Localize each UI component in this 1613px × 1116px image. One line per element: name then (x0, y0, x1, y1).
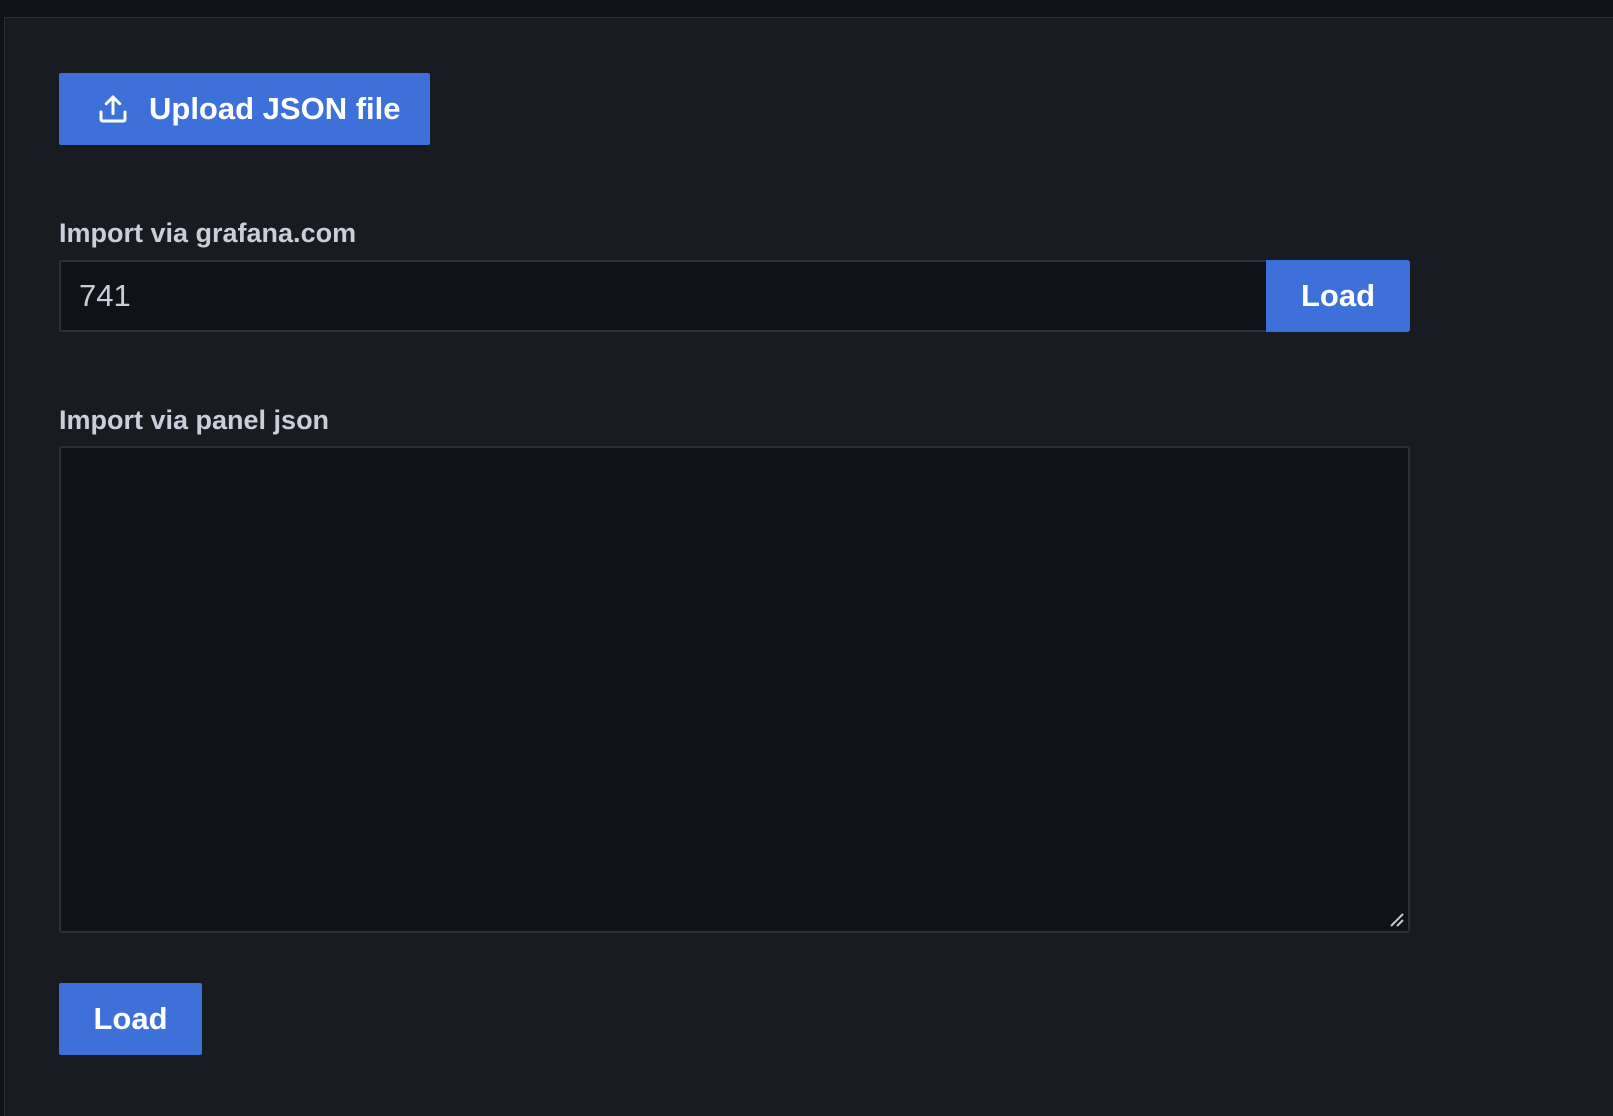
top-bar (0, 0, 1613, 17)
resize-handle-icon[interactable] (1388, 911, 1406, 929)
panel-json-load-button[interactable]: Load (59, 983, 202, 1055)
grafana-load-button[interactable]: Load (1266, 260, 1410, 332)
upload-json-label: Upload JSON file (149, 91, 401, 126)
grafana-import-label: Import via grafana.com (59, 218, 357, 248)
grafana-dashboard-id-input[interactable] (59, 260, 1267, 332)
upload-json-button[interactable]: Upload JSON file (59, 73, 430, 145)
panel-json-label: Import via panel json (59, 405, 330, 435)
upload-icon (95, 91, 131, 127)
panel-json-textarea[interactable] (59, 446, 1410, 933)
